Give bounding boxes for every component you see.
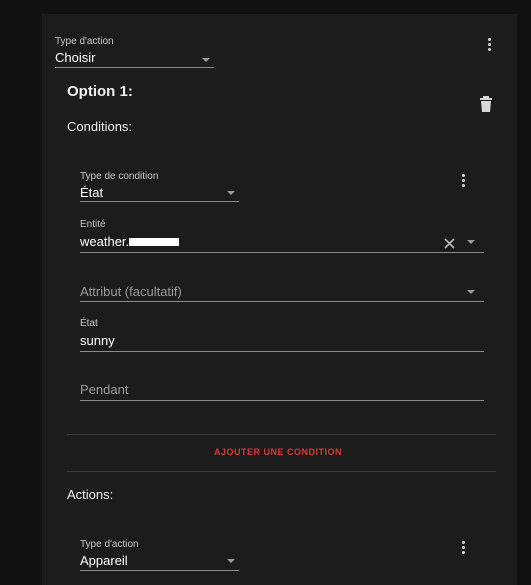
action-type-dropdown[interactable]: Type d'action Choisir bbox=[55, 36, 214, 68]
inner-action-type-label: Type d'action bbox=[80, 539, 139, 550]
option-title: Option 1: bbox=[67, 83, 133, 100]
state-label: État bbox=[80, 318, 98, 329]
more-vert-icon[interactable] bbox=[488, 38, 492, 53]
divider bbox=[67, 471, 496, 472]
dropdown-arrow-icon[interactable] bbox=[467, 290, 475, 294]
state-value: sunny bbox=[80, 333, 115, 348]
inner-action-type-dropdown[interactable]: Type d'action Appareil bbox=[80, 539, 239, 571]
entity-label: Entité bbox=[80, 219, 106, 230]
delete-icon[interactable] bbox=[480, 96, 492, 112]
action-type-underline bbox=[55, 67, 214, 68]
add-condition-button[interactable]: AJOUTER UNE CONDITION bbox=[214, 447, 342, 457]
dropdown-arrow-icon bbox=[227, 559, 235, 563]
conditions-heading: Conditions: bbox=[67, 119, 133, 134]
condition-type-value: État bbox=[80, 185, 104, 200]
redacted-text bbox=[129, 238, 179, 246]
entity-field[interactable]: Entité weather. bbox=[80, 219, 484, 253]
condition-type-label: Type de condition bbox=[80, 171, 159, 182]
more-vert-icon[interactable] bbox=[462, 541, 466, 556]
attribute-underline bbox=[80, 301, 484, 302]
dropdown-arrow-icon bbox=[202, 58, 210, 62]
action-type-label: Type d'action bbox=[55, 36, 114, 47]
state-field[interactable]: État sunny bbox=[80, 318, 484, 352]
entity-underline bbox=[80, 252, 484, 253]
more-vert-icon[interactable] bbox=[462, 174, 466, 189]
for-placeholder: Pendant bbox=[80, 382, 129, 397]
state-underline bbox=[80, 351, 484, 352]
action-card: Type d'action Choisir Option 1: Conditio… bbox=[42, 14, 517, 585]
condition-type-dropdown[interactable]: Type de condition État bbox=[80, 171, 239, 202]
attribute-field[interactable]: Attribut (facultatif) bbox=[80, 284, 484, 302]
dropdown-arrow-icon[interactable] bbox=[467, 240, 475, 244]
attribute-placeholder: Attribut (facultatif) bbox=[80, 284, 182, 299]
entity-value: weather. bbox=[80, 234, 130, 249]
condition-type-underline bbox=[80, 201, 239, 202]
for-field[interactable]: Pendant bbox=[80, 382, 484, 401]
action-type-value: Choisir bbox=[55, 50, 96, 65]
actions-heading: Actions: bbox=[67, 487, 114, 502]
inner-action-type-underline bbox=[80, 570, 239, 571]
dropdown-arrow-icon bbox=[227, 191, 235, 195]
for-underline bbox=[80, 400, 484, 401]
close-icon[interactable] bbox=[444, 236, 455, 249]
divider bbox=[67, 434, 496, 435]
inner-action-type-value: Appareil bbox=[80, 553, 128, 568]
